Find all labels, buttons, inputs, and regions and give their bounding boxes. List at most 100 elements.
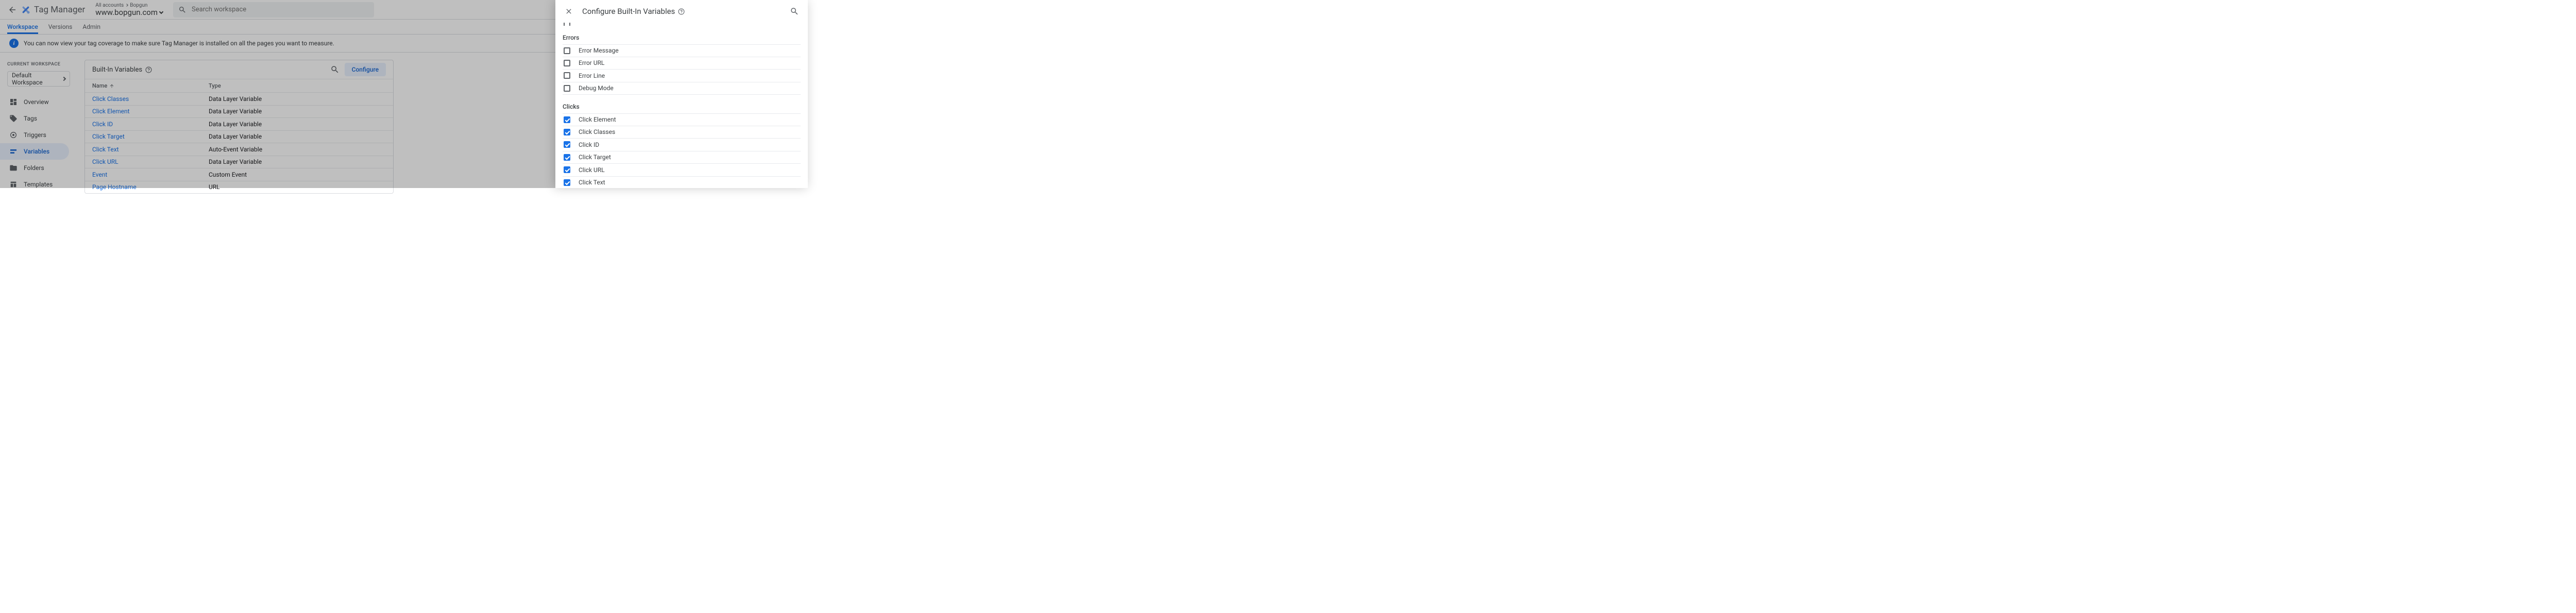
checkbox-label: Click Element (579, 116, 616, 123)
nav-overview[interactable]: Overview (0, 94, 69, 110)
close-button[interactable] (563, 5, 575, 18)
card-title-text: Built-In Variables (92, 66, 142, 74)
checkbox-row[interactable]: Click Text (563, 177, 801, 189)
checkbox-label: Error URL (579, 59, 604, 66)
column-name-header[interactable]: Name (92, 82, 209, 89)
nav-label: Overview (24, 98, 49, 106)
variable-type: Custom Event (209, 171, 386, 178)
checkbox-row[interactable]: Click Target (563, 151, 801, 164)
checkbox[interactable] (564, 141, 570, 148)
checkbox[interactable] (564, 60, 570, 66)
variable-type: URL (209, 183, 386, 191)
table-row[interactable]: Click TextAuto-Event Variable (85, 143, 393, 156)
table-row[interactable]: Click ID Data Layer Variable (85, 117, 393, 130)
checkbox-row[interactable]: Click Element (563, 113, 801, 126)
checkbox-label: Click ID (579, 141, 599, 148)
checkbox[interactable] (564, 154, 570, 161)
tab-versions[interactable]: Versions (48, 20, 73, 34)
variable-link[interactable]: Event (92, 171, 107, 178)
chevron-down-icon (159, 10, 163, 14)
product-name: Tag Manager (34, 5, 85, 15)
nav-folders[interactable]: Folders (0, 160, 69, 176)
configure-drawer: Configure Built-In Variables Errors Erro… (555, 0, 808, 188)
checkbox-row-truncated[interactable] (563, 23, 801, 26)
nav-label: Triggers (24, 131, 46, 139)
table-row[interactable]: Page Hostname URL (85, 181, 393, 194)
variable-link[interactable]: Click Text (92, 146, 119, 153)
checkbox[interactable] (564, 116, 570, 123)
checkbox[interactable] (564, 85, 570, 92)
checkbox-row[interactable]: Error Line (563, 70, 801, 82)
close-icon (565, 7, 573, 15)
card-header: Built-In Variables Configure (85, 60, 393, 79)
variables-icon (9, 147, 18, 156)
checkbox-label: Click Text (579, 179, 605, 186)
nav-label: Tags (24, 115, 37, 122)
variable-link[interactable]: Click Target (92, 133, 125, 140)
checkbox[interactable] (564, 179, 570, 186)
table-row[interactable]: Click Classes Data Layer Variable (85, 92, 393, 105)
checkbox-label: Debug Mode (579, 84, 614, 92)
arrow-left-icon (8, 5, 17, 14)
section-heading-errors: Errors (563, 34, 801, 41)
search-icon[interactable] (330, 65, 340, 74)
table-row[interactable]: Click URLData Layer Variable (85, 156, 393, 168)
chevron-right-icon (125, 4, 128, 7)
nav-variables[interactable]: Variables (0, 143, 69, 160)
search-box[interactable] (173, 2, 374, 18)
table-row[interactable]: Click Element Data Layer Variable (85, 105, 393, 118)
info-icon: i (9, 39, 19, 48)
checkbox-label: Error Message (579, 47, 619, 54)
search-input[interactable] (192, 6, 369, 13)
back-button[interactable] (4, 2, 21, 18)
variable-link[interactable]: Click Classes (92, 95, 129, 103)
checkbox[interactable] (564, 47, 570, 54)
errors-list: Error Message Error URL Error Line Debug Mo… (563, 44, 801, 95)
checkbox[interactable] (564, 166, 570, 173)
checkbox[interactable] (564, 23, 570, 26)
checkbox-row[interactable]: Click URL (563, 164, 801, 177)
clicks-list: Click Element Click Classes Click ID Click … (563, 113, 801, 188)
workspace-selector[interactable]: Default Workspace (7, 71, 70, 87)
tag-icon (9, 114, 18, 123)
checkbox-row[interactable]: Click Classes (563, 126, 801, 139)
sidebar-heading: CURRENT WORKSPACE (0, 62, 77, 67)
nav-templates[interactable]: Templates (0, 176, 69, 193)
variable-type: Data Layer Variable (209, 108, 386, 115)
checkbox-row[interactable]: Error Message (563, 44, 801, 57)
drawer-body: Errors Error Message Error URL Error Line D… (555, 23, 808, 188)
drawer-title: Configure Built-In Variables (582, 7, 781, 16)
table-row[interactable]: Event Custom Event (85, 168, 393, 181)
section-heading-clicks: Clicks (563, 103, 801, 110)
configure-button[interactable]: Configure (345, 63, 386, 76)
checkbox-row[interactable]: Click ID (563, 139, 801, 151)
variable-type: Data Layer Variable (209, 121, 386, 128)
checkbox[interactable] (564, 72, 570, 79)
checkbox-row[interactable]: Error URL (563, 57, 801, 70)
product-logo-area: Tag Manager (21, 5, 85, 15)
variable-link[interactable]: Click URL (92, 158, 118, 165)
help-icon[interactable] (678, 8, 685, 15)
help-icon[interactable] (145, 66, 152, 73)
variable-link[interactable]: Page Hostname (92, 183, 137, 191)
checkbox[interactable] (564, 129, 570, 135)
table-row[interactable]: Click TargetData Layer Variable (85, 130, 393, 143)
dashboard-icon (9, 98, 18, 106)
checkbox-label: Error Line (579, 72, 605, 79)
chevron-right-icon (62, 77, 66, 81)
tab-admin[interactable]: Admin (82, 20, 100, 34)
drawer-search-button[interactable] (788, 5, 801, 18)
column-type-header[interactable]: Type (209, 82, 386, 89)
variable-link[interactable]: Click ID (92, 121, 113, 128)
workspace-switcher[interactable]: www.bopgun.com (95, 8, 163, 17)
builtin-variables-card: Built-In Variables Configure Name Type C… (84, 60, 394, 194)
variable-link[interactable]: Click Element (92, 108, 130, 115)
checkbox-row[interactable]: Debug Mode (563, 82, 801, 95)
variable-type: Data Layer Variable (209, 95, 386, 103)
nav-triggers[interactable]: Triggers (0, 127, 69, 143)
workspace-url: www.bopgun.com (95, 8, 158, 17)
workspace-selector-label: Default Workspace (12, 72, 62, 86)
tab-workspace[interactable]: Workspace (7, 20, 38, 34)
nav-label: Variables (24, 148, 49, 155)
nav-tags[interactable]: Tags (0, 110, 69, 127)
